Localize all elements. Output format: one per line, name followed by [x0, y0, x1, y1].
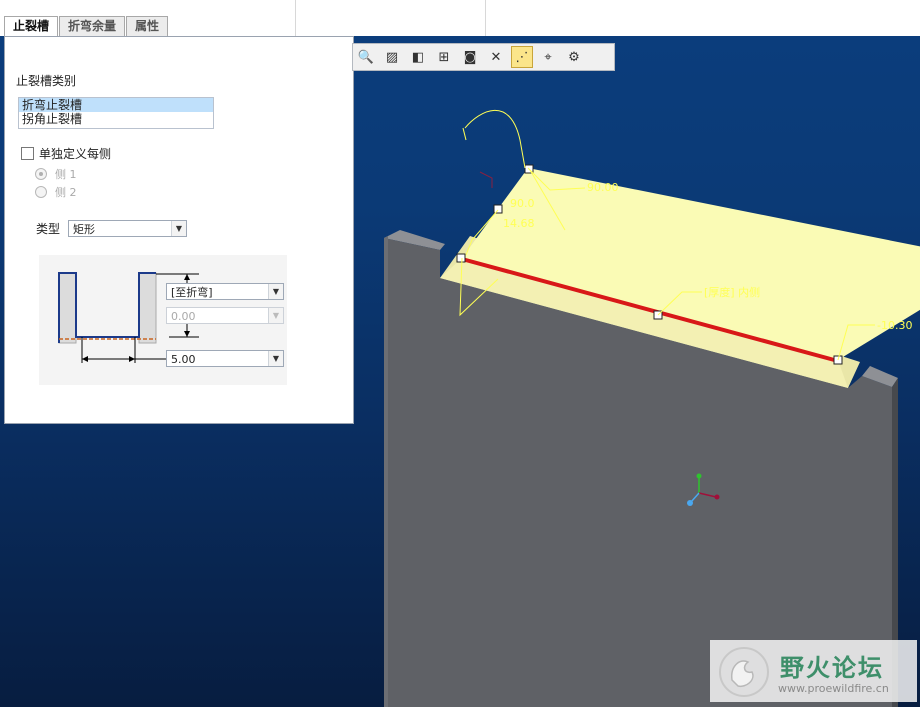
tab-bend-allowance[interactable]: 折弯余量 [59, 16, 126, 36]
list-item-bend-relief[interactable]: 折弯止裂槽 [19, 98, 213, 112]
drag-handle [493, 204, 503, 214]
width-value: 5.00 [171, 353, 196, 366]
chevron-down-icon: ▼ [268, 308, 283, 323]
chevron-down-icon: ▼ [171, 221, 186, 236]
edge-label: [厚度] 内侧 [704, 285, 760, 299]
side2-radio[interactable] [35, 186, 47, 198]
list-item-corner-relief[interactable]: 拐角止裂槽 [19, 112, 213, 126]
watermark-url: www.proewildfire.cn [778, 682, 889, 695]
type-select[interactable]: 矩形 ▼ [68, 220, 187, 237]
offset-value: 0.00 [171, 310, 196, 323]
side1-radio[interactable] [35, 168, 47, 180]
type-value: 矩形 [73, 223, 95, 236]
dim-label: 90.00 [587, 181, 619, 194]
dim-label: 14.68 [503, 217, 535, 230]
annotation-icon[interactable]: ⊞ [433, 46, 455, 68]
drag-handle [456, 253, 466, 263]
zoom-out-icon[interactable]: 🔍 [355, 46, 377, 68]
offset-select[interactable]: 0.00 ▼ [166, 307, 284, 324]
flame-logo-icon [719, 647, 769, 697]
tab-properties[interactable]: 属性 [126, 16, 169, 36]
tab-bar: 止裂槽 折弯余量 属性 [4, 16, 169, 37]
watermark: 野火论坛 www.proewildfire.cn [710, 640, 917, 702]
depth-select[interactable]: [至折弯] ▼ [166, 283, 284, 300]
side2-label: 侧 2 [55, 186, 77, 199]
repaint-icon[interactable]: ▨ [381, 46, 403, 68]
define-each-side-checkbox[interactable] [21, 147, 34, 160]
width-select[interactable]: 5.00 ▼ [166, 350, 284, 367]
relief-category-label: 止裂槽类别 [16, 74, 77, 88]
view-toolbar: 🔍 ▨ ◧ ⊞ ◙ ✕ ⋰ ⌖ ⚙ [352, 43, 615, 71]
side1-label: 侧 1 [55, 168, 77, 181]
datum-point-icon[interactable]: ⌖ [537, 46, 559, 68]
datum-plane-icon[interactable]: ✕ [485, 46, 507, 68]
chevron-down-icon: ▼ [268, 284, 283, 299]
tab-relief[interactable]: 止裂槽 [4, 16, 59, 37]
chevron-down-icon: ▼ [268, 351, 283, 366]
csys-icon[interactable]: ⚙ [563, 46, 585, 68]
watermark-title: 野火论坛 [780, 654, 884, 682]
define-each-side-label: 单独定义每侧 [39, 147, 112, 161]
datum-axis-icon[interactable]: ⋰ [511, 46, 533, 68]
dim-label: -10.30 [877, 319, 912, 332]
orient-icon[interactable]: ◧ [407, 46, 429, 68]
relief-category-list[interactable]: 折弯止裂槽 拐角止裂槽 [18, 97, 214, 129]
depth-value: [至折弯] [171, 286, 213, 299]
saved-view-icon[interactable]: ◙ [459, 46, 481, 68]
relief-panel: 止裂槽类别 折弯止裂槽 拐角止裂槽 单独定义每侧 侧 1 侧 2 类型 矩形 ▼ [4, 36, 354, 424]
dim-label: 90.0 [510, 197, 535, 210]
type-label: 类型 [36, 222, 61, 236]
